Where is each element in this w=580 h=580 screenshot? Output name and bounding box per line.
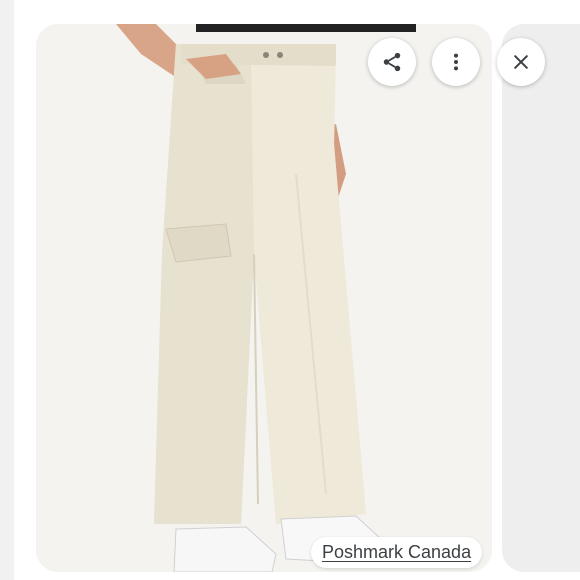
- product-image: [36, 24, 492, 572]
- more-vert-icon: [453, 53, 459, 71]
- share-button[interactable]: [368, 38, 416, 86]
- close-button[interactable]: [497, 38, 545, 86]
- source-label: Poshmark Canada: [322, 542, 472, 562]
- previous-image-peek[interactable]: [0, 0, 14, 580]
- more-options-button[interactable]: [432, 38, 480, 86]
- source-link[interactable]: Poshmark Canada: [311, 537, 483, 568]
- next-image-peek[interactable]: [502, 24, 580, 572]
- share-icon: [383, 52, 401, 72]
- close-icon: [514, 55, 528, 69]
- image-viewer-card: [36, 24, 492, 572]
